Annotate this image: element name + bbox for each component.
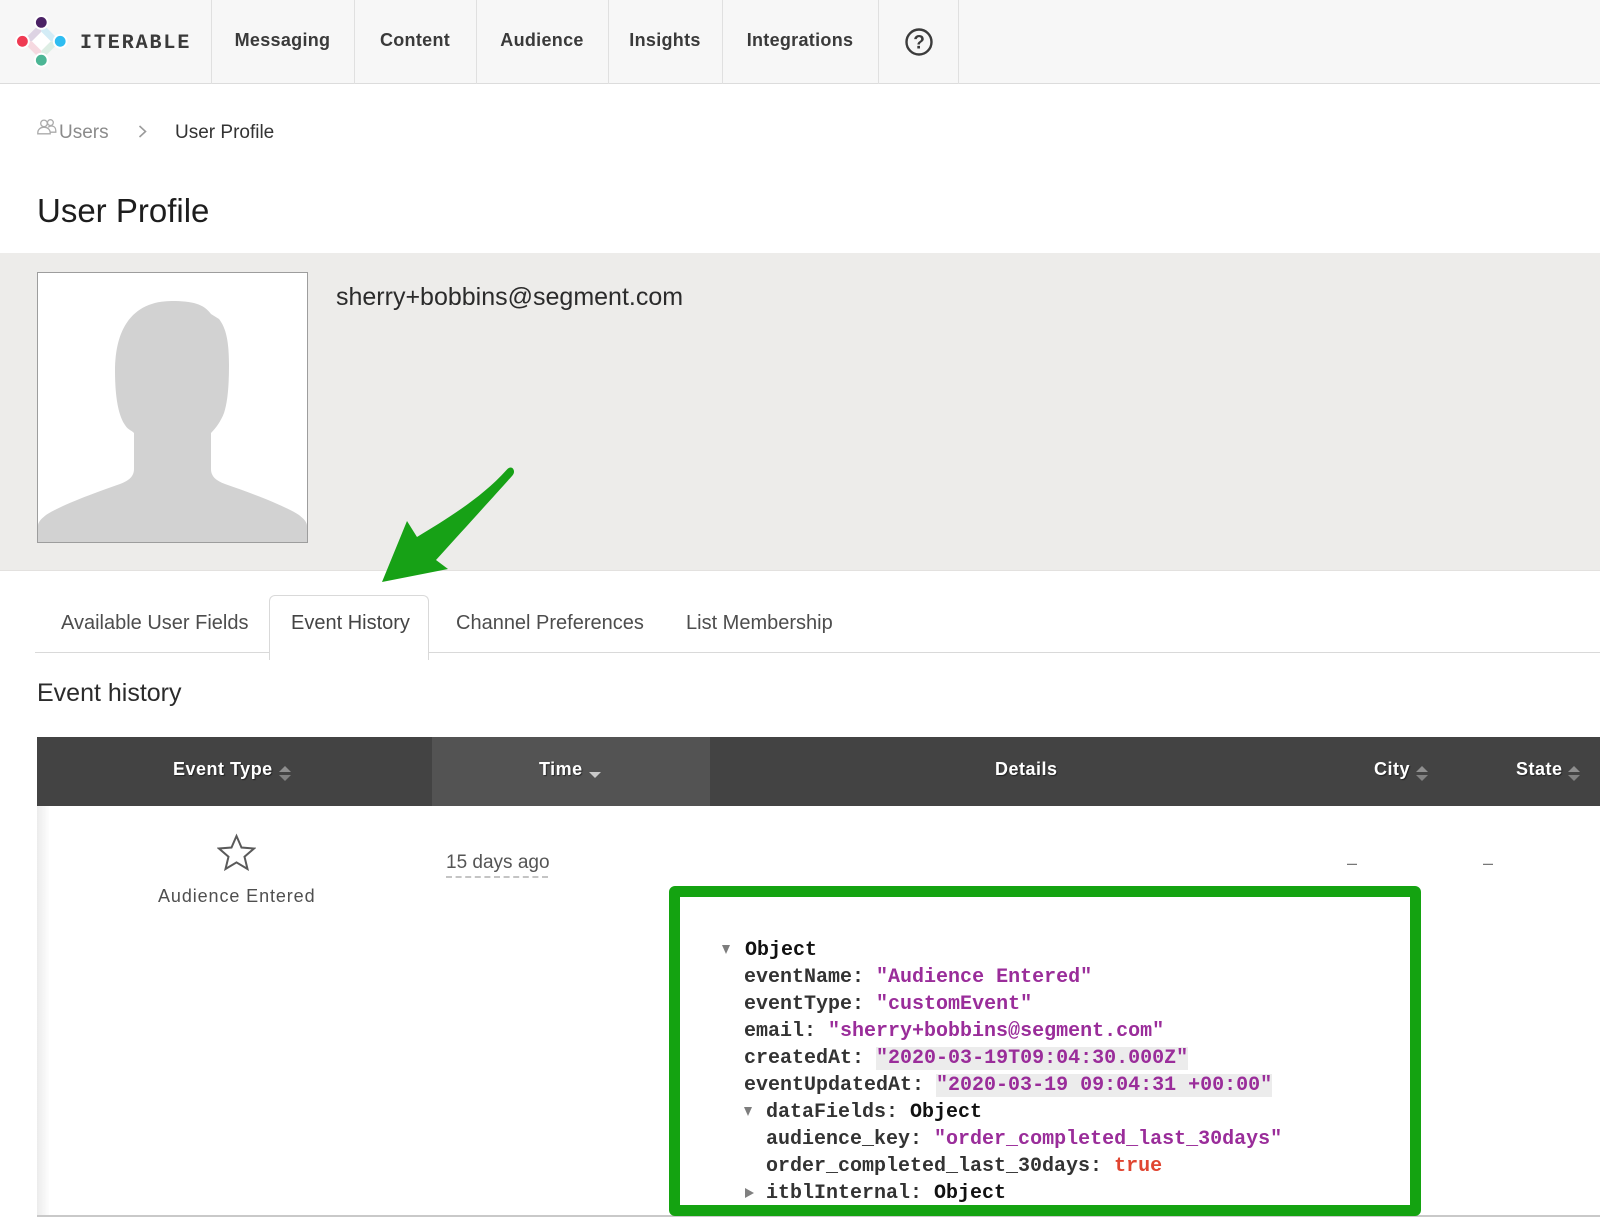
svg-text:?: ? [913,33,925,54]
